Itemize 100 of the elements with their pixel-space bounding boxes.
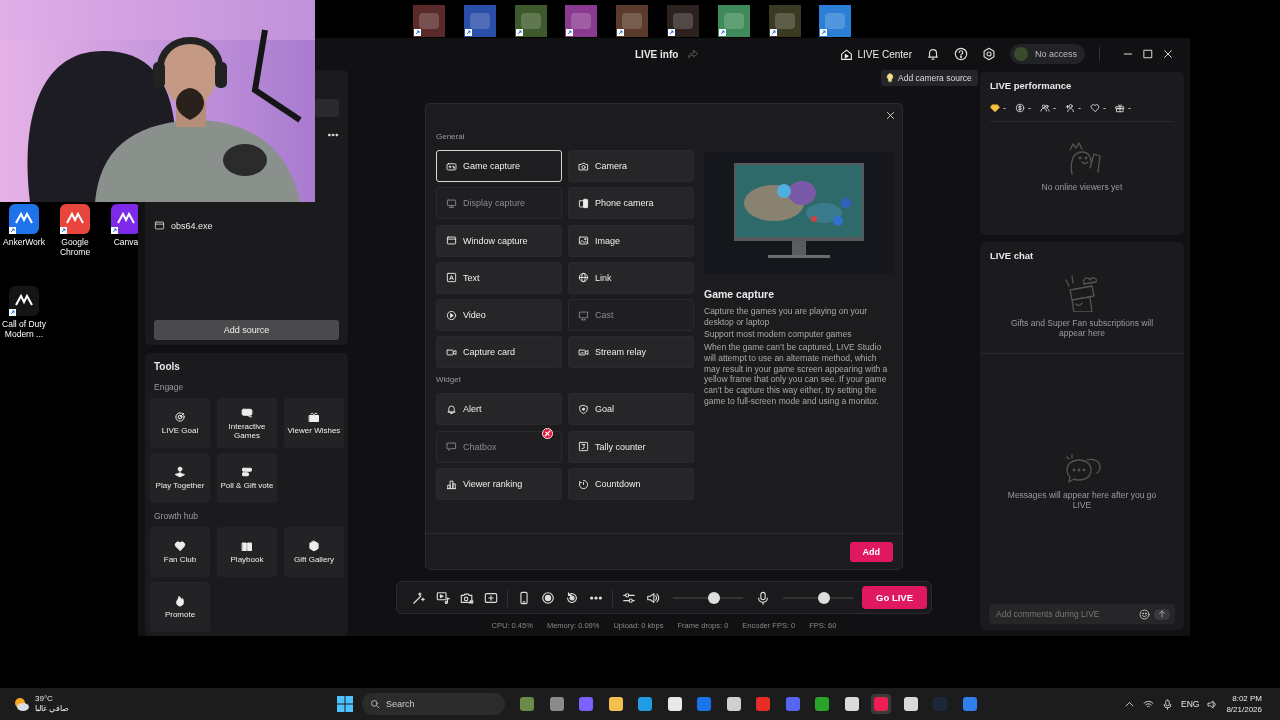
app-icon[interactable] bbox=[616, 5, 649, 37]
start-button[interactable] bbox=[336, 695, 354, 713]
account-button[interactable]: No access bbox=[1009, 44, 1085, 64]
app-icon[interactable] bbox=[514, 5, 547, 37]
clock-date[interactable]: 8/21/2026 bbox=[1226, 704, 1262, 715]
tool-tile[interactable]: Poll & Gift vote bbox=[217, 453, 277, 503]
search-field[interactable]: Search bbox=[362, 693, 505, 715]
mic-icon[interactable] bbox=[1162, 698, 1173, 710]
stat-value: - bbox=[1028, 103, 1031, 113]
sliders-icon[interactable] bbox=[621, 590, 636, 605]
magic-wand-icon[interactable] bbox=[412, 590, 426, 605]
send-button[interactable] bbox=[1154, 608, 1170, 620]
replay-icon[interactable] bbox=[564, 590, 579, 605]
help-icon[interactable] bbox=[953, 47, 968, 61]
stat-value: - bbox=[1128, 103, 1131, 113]
hexagon-icon bbox=[308, 540, 320, 552]
camera-icon bbox=[578, 160, 589, 172]
stat-value: - bbox=[1003, 103, 1006, 113]
live-center-button[interactable]: LIVE Center bbox=[840, 47, 912, 61]
media-icon[interactable] bbox=[436, 590, 450, 605]
mic-icon[interactable] bbox=[756, 590, 771, 605]
app-icon[interactable] bbox=[667, 5, 699, 37]
clock-time[interactable]: 8:02 PM bbox=[1232, 693, 1262, 704]
play-icon bbox=[446, 309, 457, 321]
app-icon[interactable] bbox=[819, 5, 852, 37]
chat-icon bbox=[446, 441, 457, 453]
go-live-button[interactable]: Go LIVE bbox=[862, 586, 927, 609]
bell-icon[interactable] bbox=[925, 47, 940, 61]
source-option[interactable]: Text bbox=[436, 261, 562, 294]
source-option[interactable]: Link bbox=[568, 261, 694, 294]
source-option[interactable]: Goal bbox=[568, 393, 694, 426]
source-option[interactable]: Video bbox=[436, 299, 562, 332]
source-option[interactable]: Phone camera bbox=[568, 187, 694, 220]
bar-chart-icon bbox=[446, 478, 457, 490]
app-icon[interactable] bbox=[8, 285, 40, 317]
comment-field[interactable]: Add comments during LIVE bbox=[989, 604, 1175, 624]
weather-icon[interactable] bbox=[12, 695, 30, 713]
app-icon[interactable] bbox=[59, 203, 91, 235]
bell-icon bbox=[446, 404, 457, 415]
source-option[interactable]: Image bbox=[568, 224, 694, 257]
home-icon bbox=[840, 47, 854, 61]
tool-tile[interactable]: Fan Club bbox=[150, 527, 210, 577]
tool-tile[interactable]: Playbook bbox=[217, 527, 277, 577]
speaker-icon[interactable] bbox=[645, 590, 660, 605]
source-option[interactable]: Tally counter bbox=[568, 430, 694, 463]
app-icon[interactable] bbox=[463, 5, 496, 37]
source-item[interactable]: obs64.exe bbox=[171, 220, 213, 231]
tool-tile[interactable]: Promote bbox=[150, 582, 210, 632]
tool-tile[interactable]: Interactive Games bbox=[217, 398, 277, 448]
source-option[interactable]: Camera bbox=[568, 150, 694, 182]
chat-drawing bbox=[1063, 454, 1101, 484]
source-option[interactable]: Stream relay bbox=[568, 336, 694, 369]
close-icon[interactable] bbox=[885, 109, 896, 121]
shortcut-label: Canva bbox=[113, 237, 139, 247]
slider-thumb[interactable] bbox=[707, 591, 720, 604]
shortcut-label: AnkerWork bbox=[3, 237, 45, 247]
preview-title: Game capture bbox=[704, 288, 776, 300]
app-icon[interactable] bbox=[565, 5, 598, 37]
heart-icon bbox=[1090, 103, 1100, 113]
tool-tile[interactable]: Play Together bbox=[150, 453, 210, 503]
app-icon[interactable] bbox=[635, 694, 655, 714]
ai-camera-icon[interactable] bbox=[460, 590, 474, 605]
group-title: Engage bbox=[154, 382, 185, 392]
wifi-icon[interactable] bbox=[1143, 698, 1154, 710]
stat-value: - bbox=[1078, 103, 1081, 113]
emoji-icon[interactable] bbox=[1139, 608, 1150, 620]
comment-input[interactable]: Add comments during LIVE bbox=[996, 609, 1135, 619]
joystick-icon bbox=[174, 466, 186, 478]
volume-icon[interactable] bbox=[1207, 698, 1219, 710]
source-option[interactable]: Viewer ranking bbox=[436, 468, 562, 501]
maximize-icon[interactable] bbox=[1142, 48, 1154, 60]
search-icon bbox=[370, 699, 380, 709]
app-icon[interactable] bbox=[717, 5, 750, 37]
section-title: Widget bbox=[436, 374, 462, 387]
language-indicator[interactable]: ENG bbox=[1181, 699, 1200, 709]
app-icon[interactable] bbox=[768, 5, 801, 37]
add-screen-icon[interactable] bbox=[484, 590, 498, 605]
target-icon bbox=[174, 411, 186, 423]
app-icon[interactable] bbox=[8, 203, 40, 235]
tooltip-text: Add camera source bbox=[898, 73, 972, 83]
globe-icon bbox=[578, 272, 589, 284]
source-option[interactable]: Alert bbox=[436, 393, 562, 426]
source-option[interactable]: Game capture bbox=[436, 150, 562, 182]
source-option[interactable]: Window capture bbox=[436, 224, 562, 257]
tool-tile[interactable]: Gift Gallery bbox=[284, 527, 344, 577]
image-icon bbox=[578, 235, 589, 247]
panel-title: LIVE chat bbox=[990, 250, 1034, 261]
add-source-button[interactable]: Add source bbox=[154, 320, 339, 340]
temperature: 39°C bbox=[35, 694, 54, 704]
slider-thumb[interactable] bbox=[817, 591, 830, 604]
source-option[interactable]: Capture card bbox=[436, 336, 562, 369]
add-button[interactable]: Add bbox=[849, 542, 893, 562]
tool-tile[interactable]: Viewer Wishes bbox=[284, 398, 344, 448]
app-icon[interactable] bbox=[413, 5, 445, 37]
people-icon bbox=[1040, 103, 1050, 113]
source-option[interactable]: Countdown bbox=[568, 468, 694, 501]
tool-tile[interactable]: LIVE Goal bbox=[150, 398, 210, 448]
close-icon[interactable] bbox=[1162, 48, 1174, 60]
record-icon[interactable] bbox=[540, 590, 555, 605]
settings-icon[interactable] bbox=[981, 47, 996, 61]
